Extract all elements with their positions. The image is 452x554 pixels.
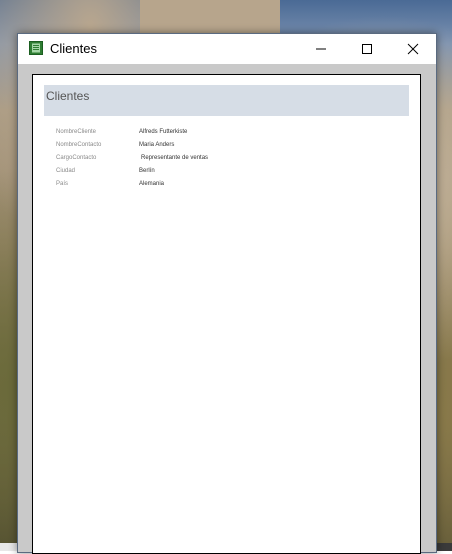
close-button[interactable]	[390, 34, 436, 64]
report-header: Clientes	[44, 85, 409, 116]
field-row-pais: País Alemania	[56, 181, 396, 193]
field-row-nombrecontacto: NombreContacto Maria Anders	[56, 142, 396, 154]
field-value: Maria Anders	[139, 142, 175, 148]
field-label: CargoContacto	[56, 155, 97, 161]
report-window: Clientes Clientes NombreCliente Alfreds …	[17, 33, 437, 554]
field-row-nombrecliente: NombreCliente Alfreds Futterkiste	[56, 129, 396, 141]
minimize-icon	[316, 48, 326, 50]
title-bar[interactable]: Clientes	[18, 34, 436, 64]
report-page: Clientes NombreCliente Alfreds Futterkis…	[32, 74, 421, 554]
field-value: Representante de ventas	[141, 155, 209, 161]
field-value: Alfreds Futterkiste	[139, 129, 188, 135]
minimize-button[interactable]	[298, 34, 344, 64]
vertical-scrollbar[interactable]	[422, 64, 436, 552]
access-report-icon	[29, 41, 43, 55]
field-label: País	[56, 181, 69, 187]
field-row-cargocontacto: CargoContacto Representante de ventas	[56, 155, 396, 167]
field-label: Ciudad	[56, 168, 76, 174]
maximize-button[interactable]	[344, 34, 390, 64]
field-label: NombreContacto	[56, 142, 102, 148]
report-title: Clientes	[46, 89, 90, 103]
maximize-icon	[362, 44, 372, 54]
close-icon	[407, 43, 419, 55]
field-value: Berlín	[139, 168, 155, 174]
field-row-ciudad: Ciudad Berlín	[56, 168, 396, 180]
field-value: Alemania	[139, 181, 165, 187]
report-workspace: Clientes NombreCliente Alfreds Futterkis…	[18, 64, 436, 554]
background-castle	[140, 0, 280, 36]
field-label: NombreCliente	[56, 129, 97, 135]
window-title: Clientes	[50, 41, 97, 56]
